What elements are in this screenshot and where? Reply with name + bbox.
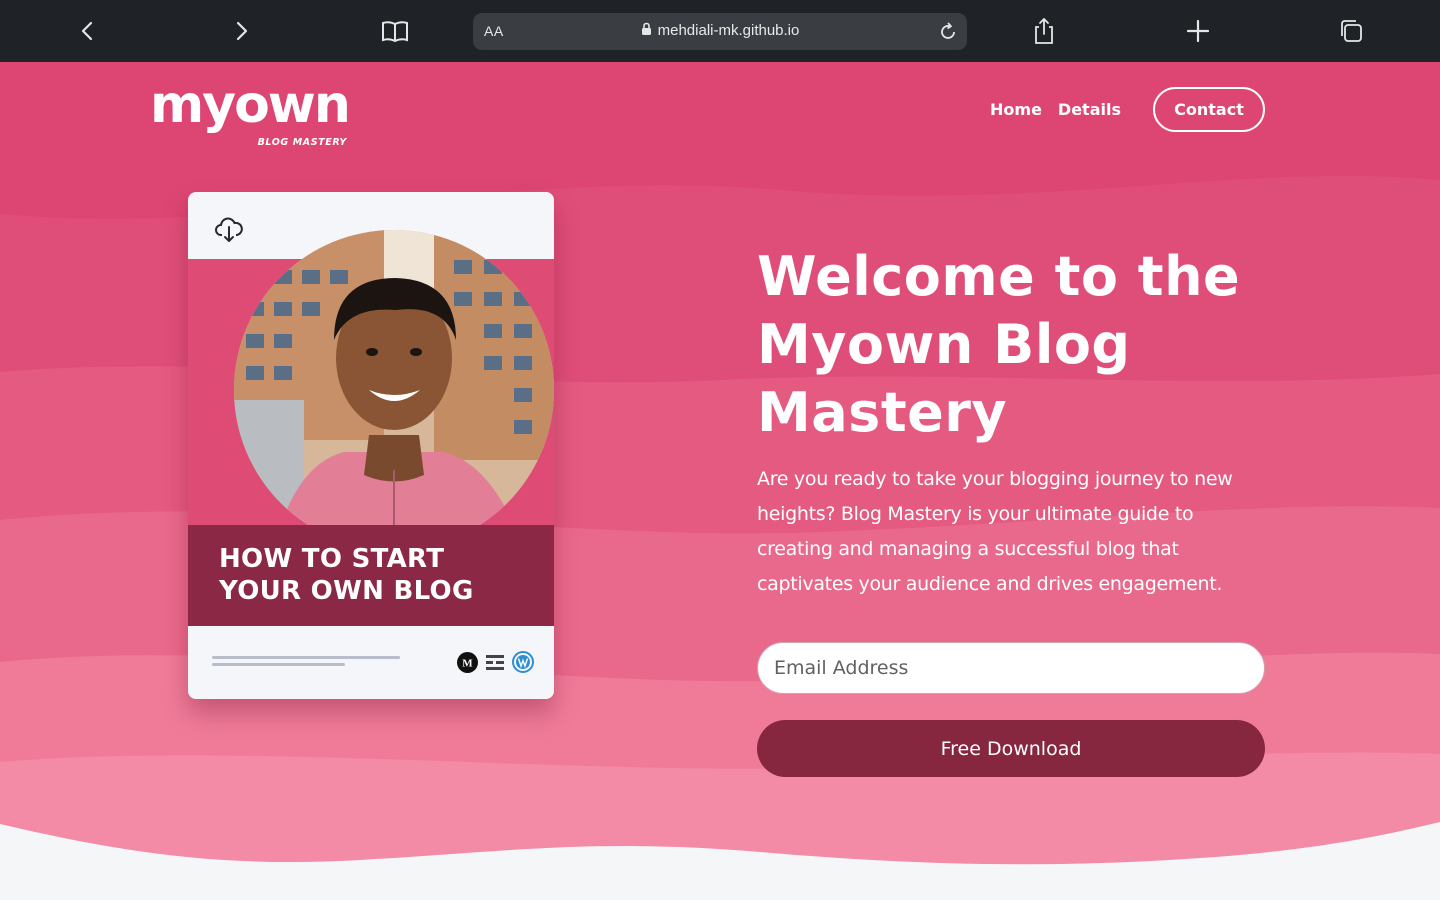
logo-tagline: BLOG MASTERY [257,137,347,148]
book-title-line2: YOUR OWN BLOG [219,576,474,606]
nav-home-link[interactable]: Home [990,100,1042,119]
lock-icon [641,22,652,36]
book-title-box: HOW TO START YOUR OWN BLOG [188,525,554,626]
back-icon[interactable] [70,13,106,49]
nav-details-link[interactable]: Details [1058,100,1121,119]
browser-toolbar: AA mehdiali-mk.github.io [0,0,1440,62]
free-download-button[interactable]: Free Download [757,720,1265,777]
new-tab-plus-icon[interactable] [1180,13,1216,49]
hero-section: myown BLOG MASTERY Home Details Contact [0,62,1440,900]
tabs-overview-icon[interactable] [1333,13,1369,49]
nav-contact-button[interactable]: Contact [1153,87,1265,132]
site-logo[interactable]: myown BLOG MASTERY [150,75,351,148]
author-photo [234,230,554,525]
forward-icon[interactable] [223,13,259,49]
medium-icon: M [457,651,478,673]
medium-icon-letter: M [462,657,473,669]
email-field[interactable] [757,642,1265,694]
cover-decorative-lines [212,656,400,670]
reload-icon[interactable] [935,19,961,45]
main-nav: Home Details Contact [990,87,1265,132]
book-title-line1: HOW TO START [219,544,445,574]
url-text: mehdiali-mk.github.io [657,22,800,39]
wordpress-icon [512,651,534,673]
substack-icon [485,653,505,671]
headline-line3: Mastery [757,381,1008,444]
logo-wordmark: myown [150,75,351,135]
reader-book-icon[interactable] [377,13,413,49]
hero-description: Are you ready to take your blogging jour… [757,468,1233,595]
share-icon[interactable] [1026,13,1062,49]
address-bar[interactable]: AA mehdiali-mk.github.io [473,13,967,50]
platform-icons: M [450,651,534,673]
book-cover-card: HOW TO START YOUR OWN BLOG M [188,192,554,699]
hero-headline: Welcome to the Myown Blog Mastery [757,243,1277,447]
headline-line2: Myown Blog [757,313,1131,376]
headline-line1: Welcome to the [757,245,1241,308]
